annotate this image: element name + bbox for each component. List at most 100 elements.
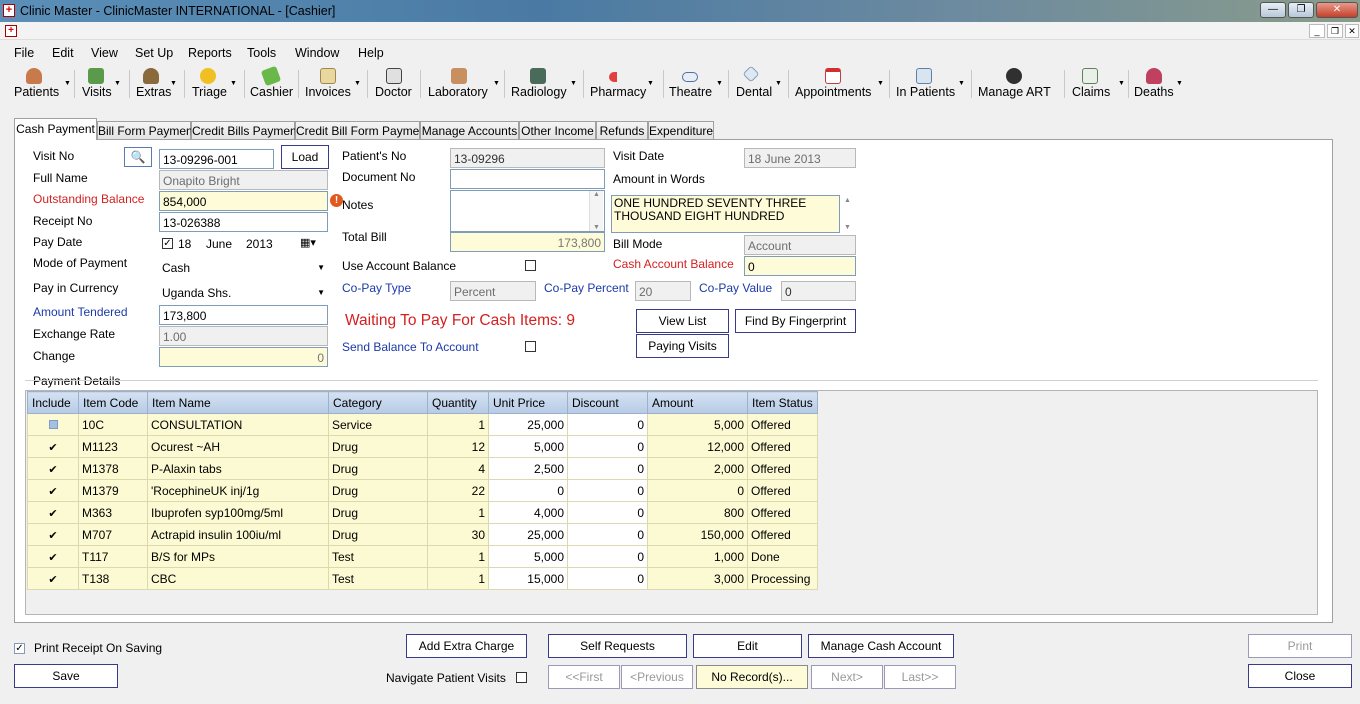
menu-help[interactable]: Help xyxy=(358,46,384,60)
include-checkbox-checked[interactable]: ✔ xyxy=(48,552,58,564)
col-amount[interactable]: Amount xyxy=(647,391,748,414)
self-requests-button[interactable]: Self Requests xyxy=(548,634,687,658)
include-checkbox-checked[interactable]: ✔ xyxy=(48,464,58,476)
col-item-status[interactable]: Item Status xyxy=(747,391,818,414)
first-record-button[interactable]: <<First xyxy=(548,665,620,689)
cell-amt: 0 xyxy=(647,479,748,502)
include-checkbox-checked[interactable]: ✔ xyxy=(48,442,58,454)
print-receipt-checkbox[interactable]: ✓ xyxy=(14,643,25,654)
use-account-balance-checkbox[interactable] xyxy=(525,260,536,271)
toolbar-invoices[interactable]: Invoices ▼ xyxy=(304,66,364,102)
col-quantity[interactable]: Quantity xyxy=(427,391,489,414)
next-record-button[interactable]: Next> xyxy=(811,665,883,689)
table-row[interactable]: ✔ M1379 'RocephineUK inj/1g Drug 22 0 0 0 Offere… xyxy=(27,479,818,502)
toolbar-dental[interactable]: Dental ▼ xyxy=(735,65,785,102)
tab-credit-bill-form-payment[interactable]: Credit Bill Form Payment xyxy=(295,121,429,139)
close-window-icon[interactable]: ✕ xyxy=(1316,2,1358,18)
print-button[interactable]: Print xyxy=(1248,634,1352,658)
load-button[interactable]: Load xyxy=(281,145,329,169)
col-include[interactable]: Include xyxy=(27,391,79,414)
toolbar-triage[interactable]: Triage ▼ xyxy=(190,66,240,102)
tab-expenditure[interactable]: Expenditure xyxy=(648,121,714,139)
cell-qty: 1 xyxy=(427,413,489,436)
find-by-fingerprint-button[interactable]: Find By Fingerprint xyxy=(735,309,856,333)
amount-tendered-input[interactable]: 173,800 xyxy=(159,305,328,325)
menu-view[interactable]: View xyxy=(91,46,118,60)
currency-select[interactable]: Uganda Shs. ▼ xyxy=(159,283,328,303)
cell-price: 2,500 xyxy=(488,457,568,480)
table-row[interactable]: ✔ T117 B/S for MPs Test 1 5,000 0 1,000 Done xyxy=(27,545,818,568)
toolbar-pharmacy[interactable]: Pharmacy ▼ xyxy=(589,66,659,102)
col-item-name[interactable]: Item Name xyxy=(147,391,329,414)
include-checkbox-checked[interactable]: ✔ xyxy=(48,508,58,520)
edit-button[interactable]: Edit xyxy=(693,634,802,658)
toolbar-manage-art[interactable]: Manage ART xyxy=(978,66,1062,102)
table-row[interactable]: ✔ M363 Ibuprofen syp100mg/5ml Drug 1 4,000 0 80… xyxy=(27,501,818,524)
words-scrollbar[interactable]: ▲ ▼ xyxy=(841,195,855,233)
receipt-no-input[interactable]: 13-026388 xyxy=(159,212,328,232)
mode-of-payment-select[interactable]: Cash ▼ xyxy=(159,258,328,278)
table-row[interactable]: ✔ M1378 P-Alaxin tabs Drug 4 2,500 0 2,000 Offer… xyxy=(27,457,818,480)
table-row[interactable]: 10C CONSULTATION Service 1 25,000 0 5,000 Offer… xyxy=(27,413,818,436)
restore-icon[interactable]: ❐ xyxy=(1288,2,1314,18)
col-category[interactable]: Category xyxy=(328,391,428,414)
menu-tools[interactable]: Tools xyxy=(247,46,276,60)
search-visit-button[interactable]: 🔍 xyxy=(124,147,152,167)
visit-no-input[interactable]: 13-09296-001 xyxy=(159,149,274,169)
calendar-dropdown-icon[interactable]: ▦▾ xyxy=(300,236,316,249)
menu-edit[interactable]: Edit xyxy=(52,46,74,60)
tab-cash-payment[interactable]: Cash Payment xyxy=(14,118,97,140)
tab-manage-accounts[interactable]: Manage Accounts xyxy=(420,121,519,139)
toolbar-patients[interactable]: Patients ▼ xyxy=(12,66,72,102)
notes-scrollbar[interactable]: ▲ ▼ xyxy=(589,191,603,231)
table-row[interactable]: ✔ T138 CBC Test 1 15,000 0 3,000 Processing xyxy=(27,567,818,590)
toolbar-appointments[interactable]: Appointments ▼ xyxy=(795,66,885,102)
table-row[interactable]: ✔ M707 Actrapid insulin 100iu/ml Drug 30 25,0… xyxy=(27,523,818,546)
include-checkbox-checked[interactable]: ✔ xyxy=(48,574,58,586)
include-checkbox-checked[interactable]: ✔ xyxy=(48,486,58,498)
menu-file[interactable]: File xyxy=(14,46,34,60)
toolbar-deaths[interactable]: Deaths ▼ xyxy=(1134,66,1184,102)
minimize-icon[interactable]: — xyxy=(1260,2,1286,18)
table-row[interactable]: ✔ M1123 Ocurest ~AH Drug 12 5,000 0 12,000 Offer… xyxy=(27,435,818,458)
menu-reports[interactable]: Reports xyxy=(188,46,232,60)
toolbar-doctor[interactable]: Doctor xyxy=(374,66,418,102)
toolbar-theatre[interactable]: Theatre ▼ xyxy=(668,66,724,102)
last-record-button[interactable]: Last>> xyxy=(884,665,956,689)
child-close-icon[interactable]: ✕ xyxy=(1345,24,1359,38)
toolbar-claims[interactable]: Claims ▼ xyxy=(1072,66,1126,102)
save-button[interactable]: Save xyxy=(14,664,118,688)
tab-bill-form-payment[interactable]: Bill Form Payment xyxy=(97,121,196,139)
menu-window[interactable]: Window xyxy=(295,46,339,60)
tab-other-income[interactable]: Other Income xyxy=(519,121,596,139)
tab-credit-bills-payment[interactable]: Credit Bills Payment xyxy=(191,121,300,139)
child-restore-icon[interactable]: ❐ xyxy=(1327,24,1343,38)
toolbar-visits[interactable]: Visits ▼ xyxy=(80,66,124,102)
previous-record-button[interactable]: <Previous xyxy=(621,665,693,689)
close-button[interactable]: Close xyxy=(1248,664,1352,688)
col-discount[interactable]: Discount xyxy=(567,391,648,414)
notes-input[interactable] xyxy=(450,190,605,232)
view-list-button[interactable]: View List xyxy=(636,309,729,333)
pay-date-picker[interactable]: ✓ 18 June 2013 ▦▾ xyxy=(159,234,328,254)
child-minimize-icon[interactable]: _ xyxy=(1309,24,1325,38)
include-checkbox-checked[interactable]: ✔ xyxy=(48,530,58,542)
document-no-input[interactable] xyxy=(450,169,605,189)
pay-date-checkbox[interactable]: ✓ xyxy=(162,238,173,249)
paying-visits-button[interactable]: Paying Visits xyxy=(636,334,729,358)
navigate-patient-visits-checkbox[interactable] xyxy=(516,672,527,683)
col-item-code[interactable]: Item Code xyxy=(78,391,148,414)
child-window-icon[interactable]: + xyxy=(5,25,17,37)
toolbar-cashier[interactable]: Cashier xyxy=(249,65,293,102)
tab-refunds[interactable]: Refunds xyxy=(596,121,648,139)
add-extra-charge-button[interactable]: Add Extra Charge xyxy=(406,634,527,658)
manage-cash-account-button[interactable]: Manage Cash Account xyxy=(808,634,954,658)
include-checkbox-unchecked[interactable] xyxy=(48,419,58,429)
toolbar-in-patients[interactable]: In Patients ▼ xyxy=(896,66,966,102)
toolbar-extras[interactable]: Extras ▼ xyxy=(134,66,180,102)
toolbar-radiology[interactable]: Radiology ▼ xyxy=(510,66,580,102)
menu-setup[interactable]: Set Up xyxy=(135,46,173,60)
col-unit-price[interactable]: Unit Price xyxy=(488,391,568,414)
send-balance-checkbox[interactable] xyxy=(525,341,536,352)
toolbar-laboratory[interactable]: Laboratory ▼ xyxy=(427,66,501,102)
